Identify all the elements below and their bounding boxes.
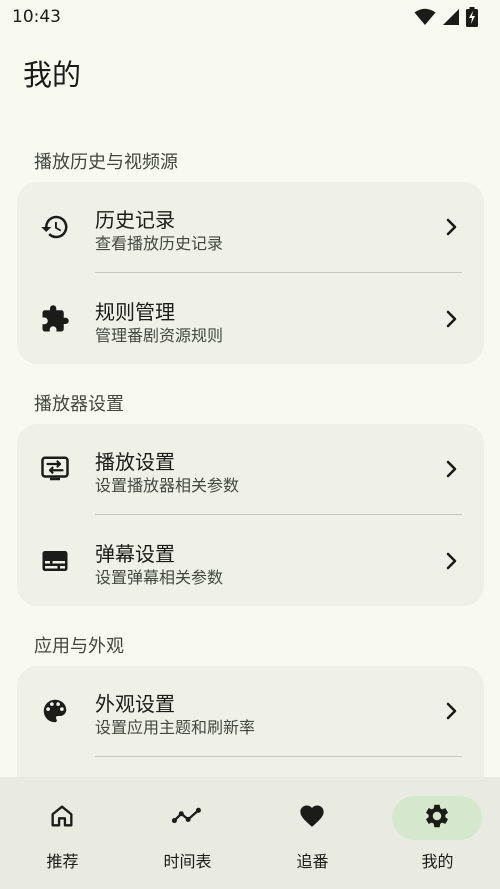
nav-item-schedule[interactable]: 时间表 xyxy=(125,777,250,889)
battery-charging-icon xyxy=(466,7,478,27)
nav-label: 我的 xyxy=(421,852,454,871)
settings-item-danmaku[interactable]: 弹幕设置 设置弹幕相关参数 xyxy=(17,516,484,606)
nav-pill xyxy=(267,796,357,840)
chevron-right-icon xyxy=(444,217,458,237)
signal-icon xyxy=(442,8,460,26)
card-history-sources: 历史记录 查看播放历史记录 规则管理 管理番剧资源规则 xyxy=(17,182,484,364)
gear-icon xyxy=(423,802,451,834)
puzzle-icon xyxy=(39,303,71,335)
chevron-right-icon xyxy=(444,459,458,479)
nav-label: 追番 xyxy=(296,852,329,871)
settings-item-subtitle: 设置弹幕相关参数 xyxy=(95,568,224,587)
settings-item-appearance[interactable]: 外观设置 设置应用主题和刷新率 xyxy=(17,666,484,756)
chevron-right-icon xyxy=(444,309,458,329)
nav-pill xyxy=(17,796,107,840)
section-header-player: 播放器设置 xyxy=(34,394,124,415)
divider xyxy=(95,756,462,757)
card-player-settings: 播放设置 设置播放器相关参数 弹幕设置 设置弹幕相关参数 xyxy=(17,424,484,606)
status-bar: 10:43 xyxy=(0,0,500,34)
palette-icon xyxy=(39,695,71,727)
section-header-history: 播放历史与视频源 xyxy=(34,152,178,173)
history-icon xyxy=(39,211,71,243)
chevron-right-icon xyxy=(444,701,458,721)
timeline-icon xyxy=(171,802,203,834)
divider xyxy=(95,272,462,273)
settings-item-playback[interactable]: 播放设置 设置播放器相关参数 xyxy=(17,424,484,514)
nav-item-following[interactable]: 追番 xyxy=(250,777,375,889)
divider xyxy=(95,514,462,515)
settings-item-history[interactable]: 历史记录 查看播放历史记录 xyxy=(17,182,484,272)
bottom-navigation: 推荐 时间表 追番 我的 xyxy=(0,777,500,889)
settings-item-rules[interactable]: 规则管理 管理番剧资源规则 xyxy=(17,274,484,364)
nav-label: 时间表 xyxy=(163,852,212,871)
settings-item-title: 历史记录 xyxy=(95,208,175,232)
home-icon xyxy=(48,802,76,834)
chevron-right-icon xyxy=(444,551,458,571)
settings-item-subtitle: 设置播放器相关参数 xyxy=(95,476,240,495)
subtitles-icon xyxy=(39,545,71,577)
player-settings-icon xyxy=(39,453,71,485)
settings-item-subtitle: 查看播放历史记录 xyxy=(95,234,224,253)
settings-item-subtitle: 设置应用主题和刷新率 xyxy=(95,718,256,737)
nav-label: 推荐 xyxy=(46,852,79,871)
nav-item-recommend[interactable]: 推荐 xyxy=(0,777,125,889)
status-icons xyxy=(414,7,478,27)
nav-item-mine[interactable]: 我的 xyxy=(375,777,500,889)
settings-item-title: 外观设置 xyxy=(95,692,175,716)
wifi-icon xyxy=(414,8,436,26)
settings-item-title: 弹幕设置 xyxy=(95,542,175,566)
screen: 10:43 我的 播放历史与视频源 历史记录 查看播放历史记录 规则管理 管理番… xyxy=(0,0,500,889)
nav-pill-active xyxy=(392,796,482,840)
settings-item-title: 规则管理 xyxy=(95,300,175,324)
page-title: 我的 xyxy=(23,58,82,92)
settings-item-title: 播放设置 xyxy=(95,450,175,474)
status-time: 10:43 xyxy=(12,7,61,27)
section-header-appearance: 应用与外观 xyxy=(34,636,124,657)
settings-item-subtitle: 管理番剧资源规则 xyxy=(95,326,224,345)
nav-pill xyxy=(142,796,232,840)
heart-icon xyxy=(297,802,327,834)
